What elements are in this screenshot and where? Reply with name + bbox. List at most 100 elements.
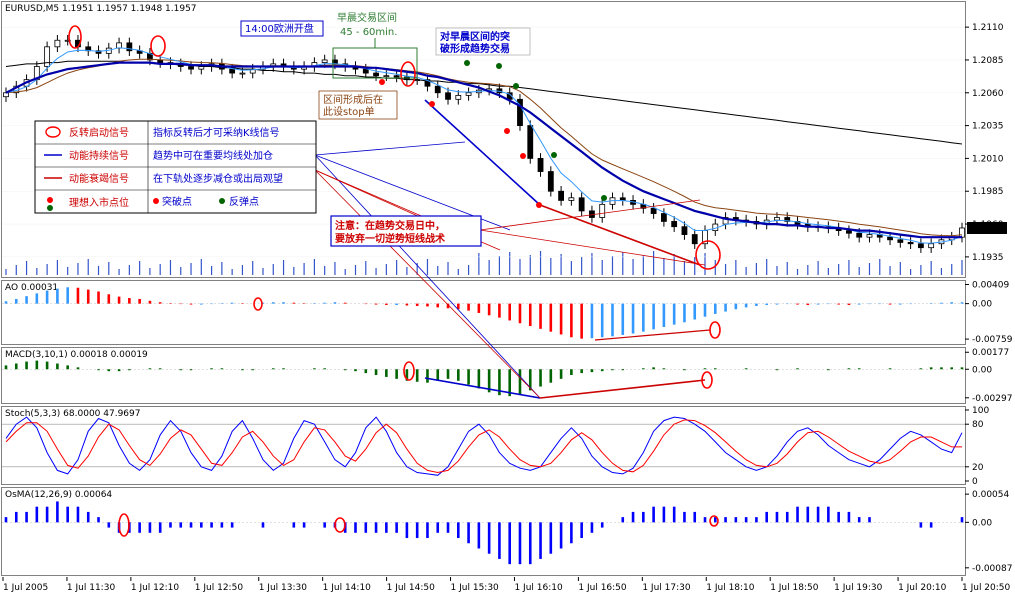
warning-note-line1: 注意：在趋势交易日中， <box>335 219 445 232</box>
candle-body <box>897 239 904 243</box>
legend: 反转启动信号 指标反转后才可采纳K线信号 动能持续信号 趋势中可在重要均线处加仓… <box>34 120 317 214</box>
candle-body <box>578 197 585 212</box>
candle-body <box>568 197 575 201</box>
candle-body <box>558 190 564 201</box>
macd-tick-label: 0.00177 <box>972 348 1009 358</box>
legend-row2-right: 趋势中可在重要均线处加仓 <box>153 149 273 162</box>
time-tick-label: 1 Jul 18:10 <box>706 583 755 593</box>
legend-row2-left: 动能持续信号 <box>69 149 129 162</box>
candle-body <box>188 66 194 70</box>
candle-body <box>537 158 544 172</box>
candle-body <box>3 92 9 98</box>
legend-row4-left: 理想入市点位 <box>69 196 129 209</box>
macd-panel-title: MACD(3,10,1) 0.00018 0.00019 <box>5 350 148 360</box>
candle-body <box>660 213 667 222</box>
osma-tick-label: 0.00054 <box>972 490 1009 500</box>
ao-tick-label: -0.00759 <box>972 335 1013 345</box>
candle-body <box>887 236 893 241</box>
candle-body <box>229 68 236 74</box>
time-tick-label: 1 Jul 13:30 <box>259 583 308 593</box>
candle-body <box>393 75 400 78</box>
time-tick-label: 1 Jul 12:10 <box>131 583 180 593</box>
stop-note-line1: 区间形成后在 <box>323 93 383 106</box>
time-tick-label: 1 Jul 16:50 <box>578 583 627 593</box>
rebound-entry-dot <box>513 83 519 89</box>
europe-open-label: 14:00欧洲开盘 <box>245 22 314 35</box>
candle-body <box>373 72 379 77</box>
time-tick-label: 1 Jul 2005 <box>3 583 48 593</box>
osma-panel-title: OsMA(12,26,9) 0.00064 <box>5 490 112 500</box>
legend-row4-rebound: 反弹点 <box>229 195 259 208</box>
rebound-entry-dot <box>464 60 470 66</box>
candle-body <box>383 75 390 78</box>
candle-body <box>917 243 924 249</box>
candle-body <box>445 92 451 100</box>
legend-breakout-dot <box>153 198 159 204</box>
price-tick-label: 1.2110 <box>972 23 1004 33</box>
breakout-entry-dot <box>429 101 435 107</box>
candle-body <box>547 171 554 192</box>
price-tick-label: 1.1935 <box>972 253 1004 263</box>
breakout-entry-dot <box>379 79 385 85</box>
time-tick-label: 1 Jul 16:10 <box>514 583 563 593</box>
candle-body <box>681 226 688 235</box>
legend-row1-left: 反转启动信号 <box>69 126 129 139</box>
price-tick-label: 1.2010 <box>972 154 1004 164</box>
osma-tick-label: -0.00087 <box>972 564 1012 574</box>
time-tick-label: 1 Jul 19:30 <box>834 583 883 593</box>
stop-note-line2: 此设stop单 <box>323 105 375 118</box>
price-tick-label: 1.1985 <box>972 187 1004 197</box>
candle-body <box>866 234 873 238</box>
breakout-entry-dot <box>536 202 542 208</box>
candle-body <box>434 85 441 94</box>
ao-tick-label: 0.00409 <box>972 281 1009 291</box>
macd-tick-label: 0.00 <box>972 365 992 375</box>
candle-body <box>527 125 534 159</box>
morning-range-title: 早晨交易区间 <box>337 11 397 24</box>
candle-body <box>465 92 472 96</box>
time-tick-label: 1 Jul 12:50 <box>195 583 244 593</box>
candle-body <box>856 232 863 238</box>
candle-body <box>126 42 133 52</box>
warning-note-line2: 要放弃一切逆势短线战术 <box>335 232 445 245</box>
candle-body <box>362 68 369 74</box>
time-tick-label: 1 Jul 17:30 <box>642 583 691 593</box>
main-panel-title: EURUSD,M5 1.1951 1.1957 1.1948 1.1957 <box>5 4 197 14</box>
stoch-tick-label: 80 <box>972 420 984 430</box>
trading-chart[interactable]: EURUSD,M5 1.1951 1.1957 1.1948 1.1957 AO… <box>0 0 1015 596</box>
candle-body <box>44 46 51 67</box>
price-tick-label: 1.2060 <box>972 89 1004 99</box>
time-tick-label: 1 Jul 14:10 <box>323 583 372 593</box>
last-price-label: 1.1957 <box>971 224 1003 234</box>
candle-body <box>239 72 246 75</box>
time-tick-label: 1 Jul 20:50 <box>962 583 1011 593</box>
candle-body <box>928 243 935 249</box>
candle-body <box>599 203 606 218</box>
legend-entry-green-dot <box>47 205 53 211</box>
candle-body <box>650 207 657 214</box>
stoch-tick-label: 100 <box>972 406 989 416</box>
time-tick-label: 1 Jul 14:50 <box>387 583 436 593</box>
candle-body <box>959 227 965 238</box>
time-tick-label: 1 Jul 11:30 <box>67 583 116 593</box>
candle-body <box>157 59 164 63</box>
ao-panel-title: AO 0.00031 <box>5 283 58 293</box>
osma-tick-label: 0.00 <box>972 518 992 528</box>
candle-body <box>691 234 698 245</box>
candle-body <box>671 221 678 228</box>
rebound-entry-dot <box>601 195 607 201</box>
candle-body <box>321 59 328 63</box>
stoch-tick-label: 0 <box>972 477 978 487</box>
candle-body <box>846 230 852 234</box>
breakout-entry-dot <box>504 128 510 134</box>
rebound-entry-dot <box>496 63 502 69</box>
legend-row4-breakout: 突破点 <box>162 195 192 208</box>
candle-body <box>455 94 462 100</box>
time-tick-label: 1 Jul 15:30 <box>451 583 500 593</box>
legend-row3-right: 在下轨处逐步减仓或出局观望 <box>153 172 283 185</box>
breakout-note-line2: 破形成趋势交易 <box>440 42 510 55</box>
rebound-entry-dot <box>551 152 557 158</box>
stoch-tick-label: 20 <box>972 463 984 473</box>
legend-entry-red-dot <box>47 197 53 203</box>
legend-row3-left: 动能衰竭信号 <box>69 172 129 185</box>
